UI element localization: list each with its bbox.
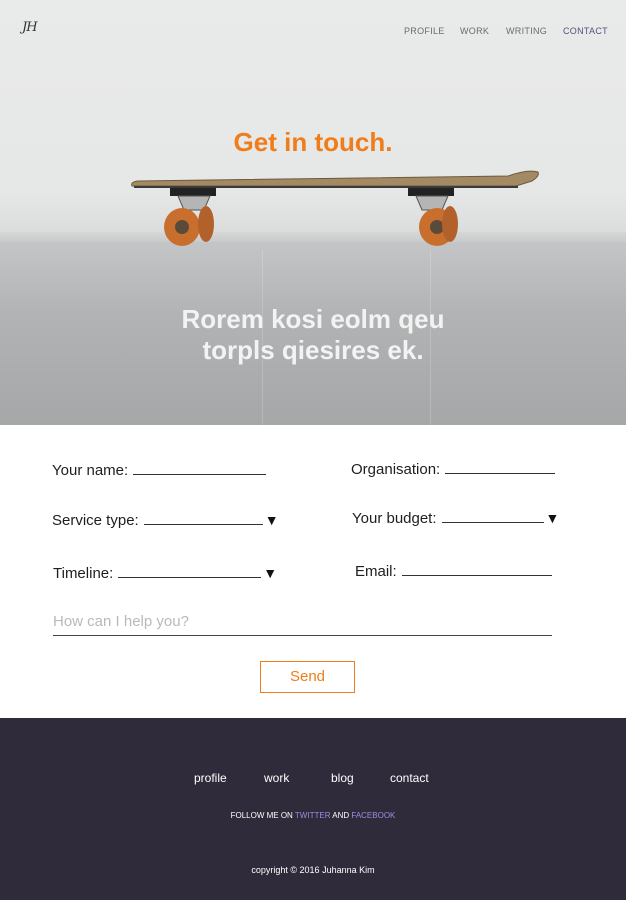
follow-and: AND	[332, 811, 350, 820]
page-headline: Get in touch.	[233, 127, 393, 157]
social-follow: FOLLOW ME ON TWITTER AND FACEBOOK	[0, 811, 626, 820]
send-button[interactable]: Send	[260, 661, 355, 693]
tagline-line-2: torpls qiesires ek.	[202, 335, 424, 365]
organisation-label: Organisation:	[351, 461, 441, 478]
nav-work[interactable]: WORK	[460, 26, 489, 36]
budget-select[interactable]: Your budget: ▼	[352, 509, 559, 527]
footer-link-blog[interactable]: blog	[331, 771, 354, 785]
budget-value[interactable]	[441, 509, 544, 523]
service-type-label: Service type:	[52, 512, 139, 529]
contact-form: Your name: Organisation: Service type: ▼ …	[0, 425, 626, 718]
organisation-input[interactable]	[445, 460, 556, 474]
tagline-line-1: Rorem kosi eolm qeu	[181, 304, 445, 334]
timeline-select[interactable]: Timeline: ▼	[53, 564, 277, 582]
skateboard-image	[131, 170, 539, 246]
chevron-down-icon[interactable]: ▼	[265, 512, 279, 528]
footer-link-contact[interactable]: contact	[390, 771, 429, 785]
timeline-value[interactable]	[118, 564, 262, 578]
chevron-down-icon[interactable]: ▼	[263, 565, 277, 581]
name-field[interactable]: Your name:	[52, 461, 267, 479]
hero-tagline: Rorem kosi eolm qeu torpls qiesires ek.	[0, 304, 626, 366]
name-label: Your name:	[52, 462, 129, 479]
top-nav: PROFILE WORK WRITING CONTACT	[0, 26, 626, 40]
chevron-down-icon[interactable]: ▼	[546, 510, 560, 526]
organisation-field[interactable]: Organisation:	[351, 460, 556, 478]
copyright-text: copyright © 2016 Juhanna Kim	[251, 865, 375, 875]
footer-link-profile[interactable]: profile	[194, 771, 227, 785]
twitter-link[interactable]: TWITTER	[295, 811, 331, 820]
timeline-label: Timeline:	[53, 565, 114, 582]
budget-label: Your budget:	[352, 510, 437, 527]
email-label: Email:	[355, 563, 397, 580]
nav-contact[interactable]: CONTACT	[563, 26, 608, 36]
facebook-link[interactable]: FACEBOOK	[351, 811, 395, 820]
email-input[interactable]	[401, 562, 552, 576]
nav-profile[interactable]: PROFILE	[404, 26, 445, 36]
nav-writing[interactable]: WRITING	[506, 26, 547, 36]
site-footer: profile work blog contact FOLLOW ME ON T…	[0, 718, 626, 900]
hero-banner: JH PROFILE WORK WRITING CONTACT Get in t…	[0, 0, 626, 425]
footer-link-work[interactable]: work	[264, 771, 289, 785]
email-field[interactable]: Email:	[355, 562, 552, 580]
name-input[interactable]	[133, 461, 267, 475]
service-type-value[interactable]	[143, 511, 263, 525]
message-textarea[interactable]: How can I help you?	[53, 613, 552, 636]
service-type-select[interactable]: Service type: ▼	[52, 511, 279, 529]
follow-prefix: FOLLOW ME ON	[230, 811, 293, 820]
